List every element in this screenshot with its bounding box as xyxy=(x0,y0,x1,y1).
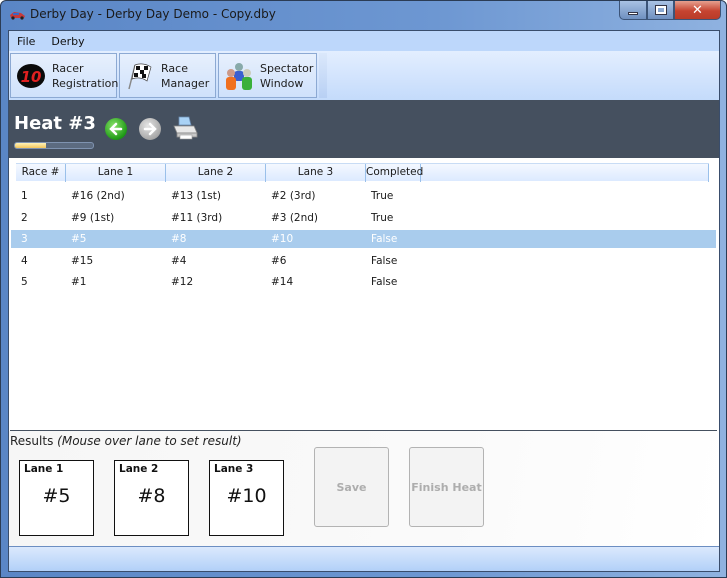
lane-racer: #8 xyxy=(137,485,166,507)
lane-title: Lane 2 xyxy=(119,463,159,475)
table-cell: False xyxy=(371,254,398,267)
app-window: Derby Day - Derby Day Demo - Copy.dby ✕ … xyxy=(0,0,727,578)
heat-title: Heat #3 xyxy=(14,113,96,134)
title-bar[interactable]: Derby Day - Derby Day Demo - Copy.dby ✕ xyxy=(1,1,726,29)
finish-heat-button[interactable]: Finish Heat xyxy=(409,447,484,527)
table-cell: True xyxy=(371,211,394,224)
toolbar-overflow-grip[interactable] xyxy=(319,53,327,98)
table-row[interactable]: 5 #1 #12 #14 False xyxy=(11,273,716,291)
toolbar-label-line1: Spectator xyxy=(260,61,314,75)
race-manager-button[interactable]: Race Manager xyxy=(119,53,216,98)
column-header[interactable]: Completed xyxy=(366,164,423,182)
table-cell: #2 (3rd) xyxy=(271,190,316,202)
race-car-icon xyxy=(10,12,25,20)
lane-2-result-box[interactable]: Lane 2 #8 xyxy=(114,460,189,536)
table-cell: #11 (3rd) xyxy=(171,211,223,224)
column-header[interactable]: Lane 1 xyxy=(66,164,166,182)
table-cell: #12 xyxy=(171,276,194,288)
table-cell: #1 xyxy=(71,276,87,288)
save-button[interactable]: Save xyxy=(314,447,389,527)
column-header[interactable]: Lane 2 xyxy=(166,164,266,182)
lane-title: Lane 3 xyxy=(214,463,254,475)
minimize-icon xyxy=(628,11,638,15)
lane-racer: #5 xyxy=(42,485,71,507)
table-cell: #15 xyxy=(71,254,94,267)
table-cell: #8 xyxy=(171,233,187,245)
table-cell: #4 xyxy=(171,254,187,267)
menu-derby[interactable]: Derby xyxy=(43,35,92,48)
toolbar-label-line1: Racer xyxy=(52,61,84,75)
lane-title: Lane 1 xyxy=(24,463,64,475)
previous-heat-button[interactable] xyxy=(105,118,127,140)
printer-icon xyxy=(173,116,198,140)
table-cell: #3 (2nd) xyxy=(271,211,319,224)
table-cell: False xyxy=(371,276,398,288)
heat-header: Heat #3 xyxy=(9,100,719,158)
column-header[interactable]: Race # xyxy=(16,164,66,182)
next-heat-button[interactable] xyxy=(139,118,161,140)
toolbar-label-line1: Race xyxy=(161,61,188,75)
table-cell: #13 (1st) xyxy=(171,190,221,202)
print-button[interactable] xyxy=(172,116,198,140)
toolbar-label-line2: Registration xyxy=(52,76,119,90)
status-bar xyxy=(9,546,719,571)
table-cell: #10 xyxy=(271,233,294,245)
menu-bar: File Derby xyxy=(9,31,719,51)
people-icon xyxy=(224,61,254,91)
toolbar-label-line2: Manager xyxy=(161,76,210,90)
table-cell: #9 (1st) xyxy=(71,211,115,224)
table-cell: 2 xyxy=(21,211,28,224)
table-cell: 4 xyxy=(21,254,28,267)
svg-text:10: 10 xyxy=(21,68,42,86)
spectator-window-button[interactable]: Spectator Window xyxy=(218,53,317,98)
results-panel: Results (Mouse over lane to set result) … xyxy=(9,431,719,546)
minimize-button[interactable] xyxy=(619,1,647,20)
column-header[interactable]: Lane 3 xyxy=(266,164,366,182)
table-cell: 5 xyxy=(21,276,28,288)
window-title: Derby Day - Derby Day Demo - Copy.dby xyxy=(30,7,276,21)
arrow-left-icon xyxy=(109,122,123,136)
table-cell: #14 xyxy=(271,276,294,288)
toolbar-label-line2: Window xyxy=(260,76,304,90)
menu-file[interactable]: File xyxy=(9,35,43,48)
table-cell: 1 xyxy=(21,190,28,202)
lane-3-result-box[interactable]: Lane 3 #10 xyxy=(209,460,284,536)
column-header-filler xyxy=(421,164,709,182)
maximize-icon xyxy=(654,5,667,15)
table-row[interactable]: 2 #9 (1st) #11 (3rd) #3 (2nd) True xyxy=(11,209,716,227)
close-button[interactable]: ✕ xyxy=(674,1,721,20)
toolbar: 10 Racer Registration Race Manager Spect… xyxy=(9,51,719,100)
table-row[interactable]: 3 #5 #8 #10 False xyxy=(11,230,716,248)
grid-header: Race # Lane 1 Lane 2 Lane 3 Completed xyxy=(16,163,709,182)
results-label: Results (Mouse over lane to set result) xyxy=(10,434,242,448)
table-cell: True xyxy=(371,190,394,202)
table-cell: #6 xyxy=(271,254,287,267)
table-cell: False xyxy=(371,233,398,245)
racer-registration-button[interactable]: 10 Racer Registration xyxy=(10,53,119,98)
table-cell: 3 xyxy=(21,233,28,245)
lane-racer: #10 xyxy=(226,485,267,507)
lane-1-result-box[interactable]: Lane 1 #5 xyxy=(19,460,94,536)
table-row[interactable]: 4 #15 #4 #6 False xyxy=(11,252,716,270)
races-grid: Race # Lane 1 Lane 2 Lane 3 Completed 1 #… xyxy=(10,161,717,431)
car-number-10-icon: 10 xyxy=(16,61,46,91)
heat-progress-bar xyxy=(14,142,94,149)
maximize-button[interactable] xyxy=(647,1,674,20)
table-cell: #5 xyxy=(71,233,87,245)
close-icon: ✕ xyxy=(692,2,703,18)
checkered-flag-icon xyxy=(125,61,155,91)
heat-progress-fill xyxy=(15,143,47,148)
client-area: File Derby 10 Racer Registration Race Man xyxy=(8,30,720,572)
table-cell: #16 (2nd) xyxy=(71,190,125,202)
table-row[interactable]: 1 #16 (2nd) #13 (1st) #2 (3rd) True xyxy=(11,187,716,205)
arrow-right-icon xyxy=(143,122,157,136)
results-hint: (Mouse over lane to set result) xyxy=(57,434,242,448)
